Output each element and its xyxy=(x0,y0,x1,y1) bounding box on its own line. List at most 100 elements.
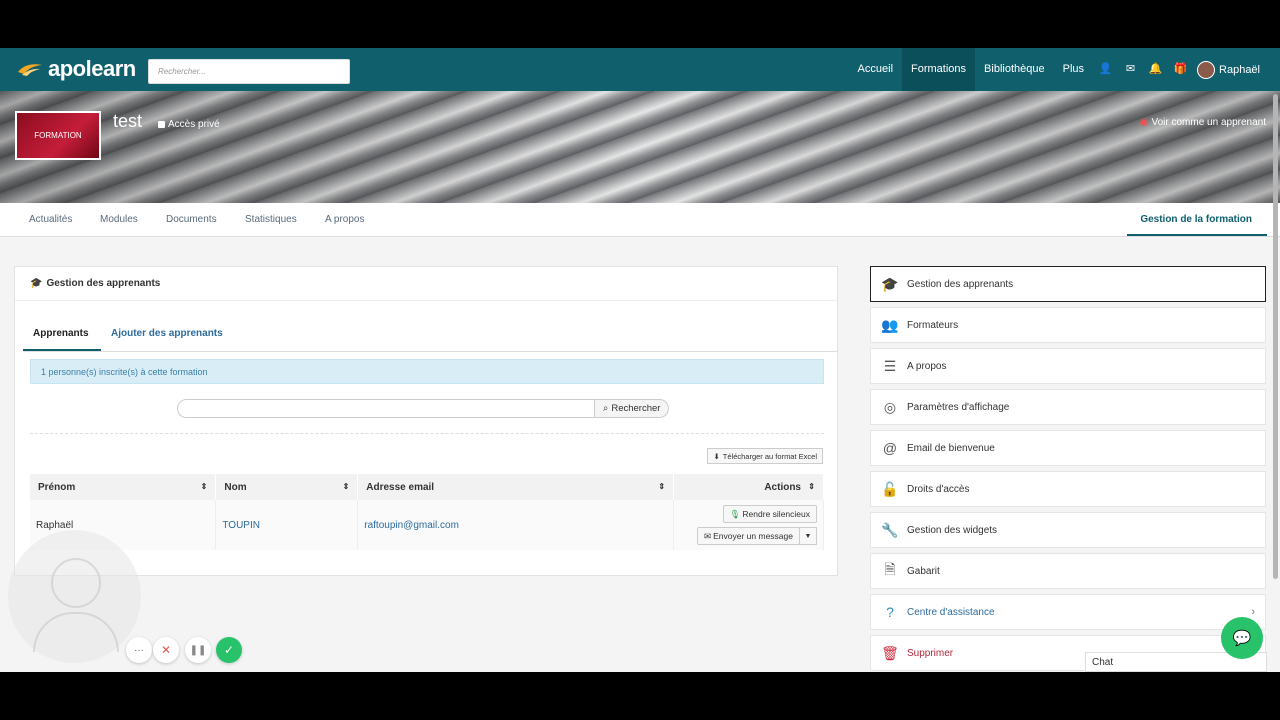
list-icon: ☰ xyxy=(883,357,897,374)
download-icon: ⬇ xyxy=(713,451,720,461)
tab-a-propos[interactable]: A propos xyxy=(325,214,364,225)
mail-icon[interactable]: ✉ xyxy=(1118,48,1143,91)
sidebar-item-affichage[interactable]: ◎ Paramètres d'affichage xyxy=(870,389,1266,425)
nav-right: Accueil Formations Bibliothèque Plus 👤 ✉… xyxy=(849,48,1260,91)
nav-bibliotheque[interactable]: Bibliothèque xyxy=(975,48,1054,91)
add-user-icon[interactable]: 👤 xyxy=(1093,48,1118,91)
chat-icon[interactable]: 💬 xyxy=(1221,617,1263,659)
sidebar-item-droits-acces[interactable]: 🔓 Droits d'accès xyxy=(870,471,1266,507)
sidebar-item-widgets[interactable]: 🔧 Gestion des widgets xyxy=(870,512,1266,548)
excel-button-label: Télécharger au format Excel xyxy=(722,451,817,461)
col-prenom[interactable]: Prénom ⇕ xyxy=(30,474,217,500)
mute-button-label: Rendre silencieux xyxy=(742,509,810,519)
eye-icon: ◉ xyxy=(1139,117,1149,128)
gift-icon[interactable]: 🎁 xyxy=(1168,48,1193,91)
sidebar-item-label: Gestion des apprenants xyxy=(907,278,1014,290)
subtab-apprenants[interactable]: Apprenants xyxy=(33,328,89,339)
table-row: Raphaël TOUPIN raftoupin@gmail.com 🎙 Ren… xyxy=(30,500,824,550)
envelope-icon: ✉ xyxy=(704,530,712,541)
tab-documents[interactable]: Documents xyxy=(166,214,217,225)
subtab-indicator xyxy=(23,349,101,351)
course-banner: FORMATION test Accès privé ◉ Voir comme … xyxy=(0,91,1280,203)
logo-icon xyxy=(18,64,42,76)
user-menu[interactable]: Raphaël xyxy=(1197,60,1260,79)
enrolled-count-alert: 1 personne(s) inscrite(s) à cette format… xyxy=(30,359,824,384)
divider xyxy=(30,433,824,434)
bell-icon[interactable]: 🔔 xyxy=(1143,48,1168,91)
avatar xyxy=(1197,60,1216,79)
panel-title: Gestion des apprenants xyxy=(46,278,161,289)
col-prenom-label: Prénom xyxy=(38,481,76,493)
search-button-label: Rechercher xyxy=(611,403,661,414)
at-icon: @ xyxy=(882,440,898,456)
col-actions-label: Actions xyxy=(764,481,801,493)
learners-panel: 🎓 Gestion des apprenants Apprenants Ajou… xyxy=(14,266,838,576)
logo[interactable]: apolearn xyxy=(16,56,136,82)
tab-modules[interactable]: Modules xyxy=(100,214,138,225)
close-icon[interactable]: ✕ xyxy=(153,637,179,663)
management-sidebar: 🎓 Gestion des apprenants 👥 Formateurs ☰ … xyxy=(870,266,1266,672)
chevron-down-icon[interactable]: ▼ xyxy=(799,527,817,545)
sidebar-item-label: Gabarit xyxy=(907,565,940,577)
logo-text: apolearn xyxy=(48,56,136,81)
cell-email[interactable]: raftoupin@gmail.com xyxy=(357,500,675,550)
tab-gestion-formation[interactable]: Gestion de la formation xyxy=(1140,214,1252,225)
learner-search: ⌕ Rechercher xyxy=(177,399,670,418)
course-thumbnail: FORMATION xyxy=(15,111,101,160)
sidebar-item-label: Formateurs xyxy=(907,319,959,331)
search-button[interactable]: ⌕ Rechercher xyxy=(595,399,670,418)
sidebar-item-label: Gestion des widgets xyxy=(907,524,998,536)
course-title: test xyxy=(113,111,143,131)
col-email-label: Adresse email xyxy=(366,481,435,493)
sort-icon: ⇕ xyxy=(808,482,815,491)
page-scrollbar[interactable] xyxy=(1273,94,1278,579)
check-icon[interactable]: ✓ xyxy=(216,637,242,663)
learner-search-input[interactable] xyxy=(177,399,595,418)
sidebar-item-a-propos[interactable]: ☰ A propos xyxy=(870,348,1266,384)
file-icon: 🗎 xyxy=(884,561,896,577)
sidebar-item-apprenants[interactable]: 🎓 Gestion des apprenants xyxy=(870,266,1266,302)
graduation-cap-icon: 🎓 xyxy=(30,278,43,289)
search-icon: ⌕ xyxy=(603,403,609,414)
subtab-ajouter[interactable]: Ajouter des apprenants xyxy=(111,328,223,339)
col-email[interactable]: Adresse email ⇕ xyxy=(357,474,675,500)
view-as-label: Voir comme un apprenant xyxy=(1151,117,1266,128)
course-tabs: Actualités Modules Documents Statistique… xyxy=(0,203,1280,237)
sidebar-item-formateurs[interactable]: 👥 Formateurs xyxy=(870,307,1266,343)
send-message-button[interactable]: ✉ Envoyer un message xyxy=(697,527,800,545)
sidebar-item-assistance[interactable]: ? Centre d'assistance › xyxy=(870,594,1266,630)
learner-subtabs: Apprenants Ajouter des apprenants xyxy=(23,315,837,352)
more-icon[interactable]: ··· xyxy=(126,637,152,663)
excel-download-button[interactable]: ⬇ Télécharger au format Excel xyxy=(707,448,823,464)
panel-header: 🎓 Gestion des apprenants xyxy=(15,267,837,301)
graduation-cap-icon: 🎓 xyxy=(881,275,899,292)
pause-icon[interactable]: ❚❚ xyxy=(185,637,211,663)
send-message-label: Envoyer un message xyxy=(713,531,793,541)
col-nom[interactable]: Nom ⇕ xyxy=(215,474,359,500)
tab-statistiques[interactable]: Statistiques xyxy=(245,214,297,225)
global-search-input[interactable]: Rechercher... xyxy=(148,59,350,84)
sort-icon: ⇕ xyxy=(342,482,350,491)
wrench-icon: 🔧 xyxy=(881,521,899,538)
app-window: apolearn Rechercher... Accueil Formation… xyxy=(0,48,1280,672)
nav-plus[interactable]: Plus xyxy=(1054,48,1093,91)
active-tab-indicator xyxy=(1127,234,1267,236)
lock-icon: 🔓 xyxy=(881,480,899,497)
cell-actions: 🎙 Rendre silencieux ✉ Envoyer un message… xyxy=(673,500,824,550)
access-label: Accès privé xyxy=(168,119,220,130)
access-badge: Accès privé xyxy=(158,119,220,130)
view-as-learner-link[interactable]: ◉ Voir comme un apprenant xyxy=(1140,117,1266,128)
learners-table: Prénom ⇕ Nom ⇕ Adresse email ⇕ Actions ⇕ Rap… xyxy=(30,474,824,550)
col-actions[interactable]: Actions ⇕ xyxy=(673,474,824,500)
sidebar-item-email-bienvenue[interactable]: @ Email de bienvenue xyxy=(870,430,1266,466)
eye-slash-icon: ◎ xyxy=(883,398,897,415)
sidebar-item-gabarit[interactable]: 🗎 Gabarit xyxy=(870,553,1266,589)
question-icon: ? xyxy=(886,604,894,620)
cell-nom[interactable]: TOUPIN xyxy=(215,500,359,550)
nav-accueil[interactable]: Accueil xyxy=(849,48,902,91)
tab-actualites[interactable]: Actualités xyxy=(29,214,72,225)
nav-formations[interactable]: Formations xyxy=(902,48,976,91)
lock-icon xyxy=(158,121,165,128)
mute-button[interactable]: 🎙 Rendre silencieux xyxy=(722,505,817,523)
chevron-right-icon: › xyxy=(1251,606,1255,618)
